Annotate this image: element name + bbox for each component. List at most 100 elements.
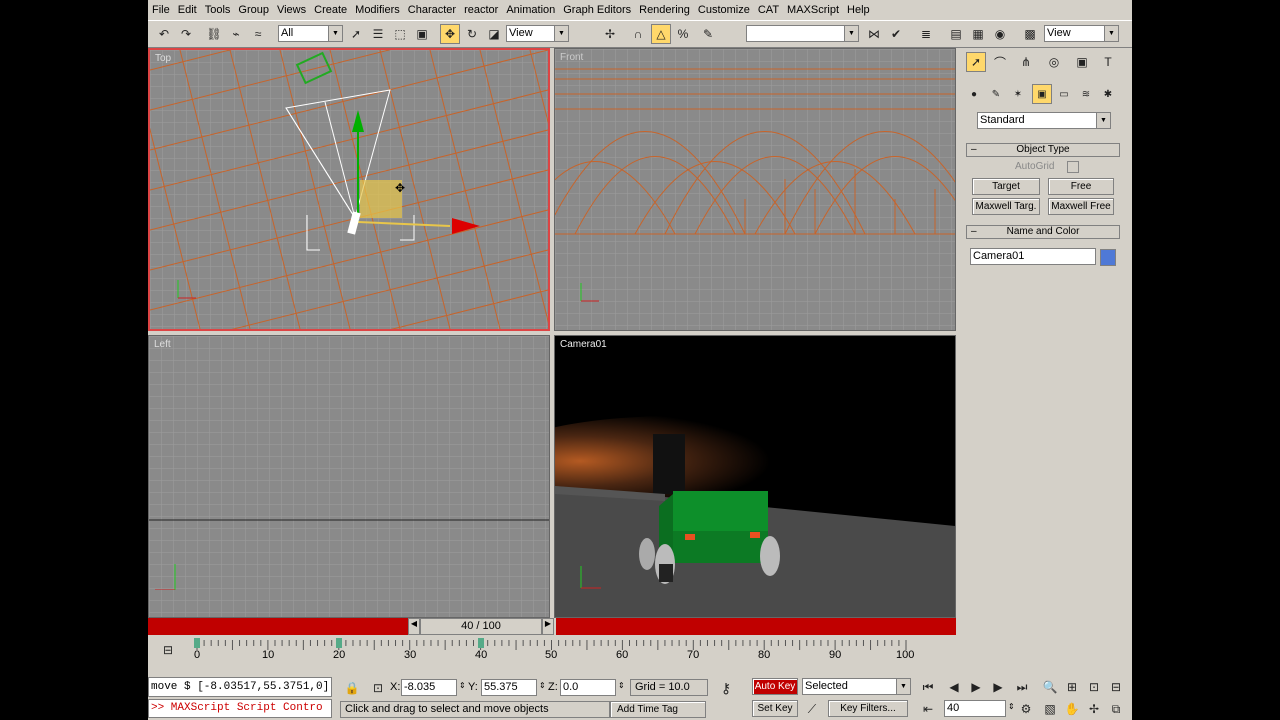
time-slider-thumb[interactable]: 40 / 100 bbox=[420, 618, 542, 635]
object-color-swatch[interactable] bbox=[1100, 249, 1116, 266]
menu-edit[interactable]: Edit bbox=[174, 4, 201, 16]
menu-animation[interactable]: Animation bbox=[502, 4, 559, 16]
spinner-icon[interactable]: ⇕ bbox=[618, 681, 625, 690]
key-icon[interactable]: ⚷ bbox=[716, 678, 736, 698]
select-by-name-icon[interactable]: ☰ bbox=[368, 24, 388, 44]
track-bar[interactable]: ⊟ 0 10 20 30 40 50 60 70 80 90 100 bbox=[148, 636, 956, 666]
target-camera-button[interactable]: Target bbox=[972, 178, 1040, 195]
menu-maxscript[interactable]: MAXScript bbox=[783, 4, 843, 16]
object-type-rollout[interactable]: – Object Type bbox=[966, 143, 1120, 157]
time-configuration-icon[interactable]: ⚙ bbox=[1016, 699, 1036, 719]
menu-graph-editors[interactable]: Graph Editors bbox=[559, 4, 635, 16]
display-tab-icon[interactable]: ▣ bbox=[1072, 52, 1092, 72]
menu-file[interactable]: File bbox=[148, 4, 174, 16]
create-tab-icon[interactable]: ➚ bbox=[966, 52, 986, 72]
viewport-camera[interactable]: Camera01 bbox=[554, 335, 956, 618]
menu-modifiers[interactable]: Modifiers bbox=[351, 4, 404, 16]
hierarchy-tab-icon[interactable]: ⋔ bbox=[1016, 52, 1036, 72]
menu-help[interactable]: Help bbox=[843, 4, 874, 16]
pan-icon[interactable]: ✋ bbox=[1062, 699, 1082, 719]
chevron-down-icon[interactable]: ▼ bbox=[328, 25, 343, 42]
select-rotate-icon[interactable]: ↻ bbox=[462, 24, 482, 44]
go-to-end-icon[interactable]: ⏭ bbox=[1012, 677, 1032, 697]
helpers-icon[interactable]: ▭ bbox=[1054, 84, 1074, 104]
named-selection-sets[interactable] bbox=[746, 25, 846, 42]
chevron-down-icon[interactable]: ▼ bbox=[1096, 112, 1111, 129]
chevron-down-icon[interactable]: ▼ bbox=[844, 25, 859, 42]
zoom-icon[interactable]: 🔍 bbox=[1040, 677, 1060, 697]
collapse-icon[interactable]: – bbox=[971, 144, 977, 156]
key-filters-button[interactable]: Key Filters... bbox=[828, 700, 908, 717]
set-key-button[interactable]: Set Key bbox=[752, 700, 798, 717]
menu-rendering[interactable]: Rendering bbox=[635, 4, 694, 16]
default-in-out-tangent-icon[interactable]: ⟋ bbox=[802, 699, 822, 719]
open-mini-curve-editor-icon[interactable]: ⊟ bbox=[158, 640, 178, 660]
snaps-toggle-icon[interactable]: ∩ bbox=[628, 24, 648, 44]
name-color-rollout[interactable]: – Name and Color bbox=[966, 225, 1120, 239]
next-frame-icon[interactable]: ▶ bbox=[988, 677, 1008, 697]
spacewarps-icon[interactable]: ≋ bbox=[1076, 84, 1096, 104]
spinner-icon[interactable]: ⇕ bbox=[459, 681, 466, 690]
viewport-label-camera[interactable]: Camera01 bbox=[560, 339, 607, 350]
lock-selection-icon[interactable]: 🔒 bbox=[342, 678, 362, 698]
motion-tab-icon[interactable]: ◎ bbox=[1044, 52, 1064, 72]
menu-create[interactable]: Create bbox=[310, 4, 351, 16]
maxscript-listener-input[interactable]: >> MAXScript Script Contro bbox=[148, 699, 332, 718]
chevron-down-icon[interactable]: ▼ bbox=[554, 25, 569, 42]
viewport-left[interactable]: Left bbox=[148, 335, 550, 618]
render-view-dropdown[interactable]: View bbox=[1044, 25, 1104, 42]
select-link-icon[interactable]: ⛓ bbox=[204, 24, 224, 44]
undo-icon[interactable]: ↶ bbox=[154, 24, 174, 44]
y-coordinate-field[interactable]: 55.375 bbox=[481, 679, 537, 696]
render-setup-icon[interactable]: ▩ bbox=[1020, 24, 1040, 44]
manipulate-icon[interactable]: ✢ bbox=[600, 24, 620, 44]
viewport-label-top[interactable]: Top bbox=[155, 53, 171, 64]
chevron-down-icon[interactable]: ▼ bbox=[896, 678, 911, 695]
spinner-icon[interactable]: ⇕ bbox=[539, 681, 546, 690]
field-of-view-icon[interactable]: ▧ bbox=[1040, 699, 1060, 719]
zoom-all-icon[interactable]: ⊞ bbox=[1062, 677, 1082, 697]
chevron-down-icon[interactable]: ▼ bbox=[1104, 25, 1119, 42]
select-object-icon[interactable]: ➚ bbox=[346, 24, 366, 44]
menu-views[interactable]: Views bbox=[273, 4, 310, 16]
collapse-icon[interactable]: – bbox=[971, 226, 977, 238]
z-coordinate-field[interactable]: 0.0 bbox=[560, 679, 616, 696]
window-crossing-icon[interactable]: ▣ bbox=[412, 24, 432, 44]
key-mode-toggle-icon[interactable]: ⇤ bbox=[918, 699, 938, 719]
menu-customize[interactable]: Customize bbox=[694, 4, 754, 16]
maxwell-target-button[interactable]: Maxwell Targ. bbox=[972, 198, 1040, 215]
menu-tools[interactable]: Tools bbox=[201, 4, 235, 16]
edit-named-selection-icon[interactable]: ✎ bbox=[698, 24, 718, 44]
previous-frame-icon[interactable]: ◀ bbox=[944, 677, 964, 697]
schematic-view-icon[interactable]: ▦ bbox=[968, 24, 988, 44]
key-mode-dropdown[interactable]: Selected bbox=[802, 678, 898, 695]
menu-group[interactable]: Group bbox=[234, 4, 273, 16]
object-category-dropdown[interactable]: Standard bbox=[977, 112, 1097, 129]
zoom-extents-all-icon[interactable]: ⊟ bbox=[1106, 677, 1126, 697]
reference-coord-dropdown[interactable]: View bbox=[506, 25, 556, 42]
x-coordinate-field[interactable]: -8.035 bbox=[401, 679, 457, 696]
rect-selection-icon[interactable]: ⬚ bbox=[390, 24, 410, 44]
zoom-extents-icon[interactable]: ⊡ bbox=[1084, 677, 1104, 697]
bind-spacewarp-icon[interactable]: ≈ bbox=[248, 24, 268, 44]
select-scale-icon[interactable]: ◪ bbox=[484, 24, 504, 44]
select-move-icon[interactable]: ✥ bbox=[440, 24, 460, 44]
add-time-tag-button[interactable]: Add Time Tag bbox=[610, 701, 706, 718]
viewport-top[interactable]: ✥ Top bbox=[148, 48, 550, 331]
redo-icon[interactable]: ↷ bbox=[176, 24, 196, 44]
current-frame-field[interactable]: 40 bbox=[944, 700, 1006, 717]
autogrid-checkbox[interactable] bbox=[1067, 161, 1079, 173]
go-to-start-icon[interactable]: ⏮ bbox=[918, 677, 938, 697]
free-camera-button[interactable]: Free bbox=[1048, 178, 1114, 195]
viewport-label-front[interactable]: Front bbox=[560, 52, 583, 63]
shapes-icon[interactable]: ✎ bbox=[986, 84, 1006, 104]
angle-snap-icon[interactable]: △ bbox=[651, 24, 671, 44]
selection-filter-dropdown[interactable]: All bbox=[278, 25, 330, 42]
auto-key-button[interactable]: Auto Key bbox=[752, 678, 798, 695]
play-icon[interactable]: ▶ bbox=[966, 677, 986, 697]
lights-icon[interactable]: ✶ bbox=[1008, 84, 1028, 104]
object-name-field[interactable]: Camera01 bbox=[970, 248, 1096, 265]
maxwell-free-button[interactable]: Maxwell Free bbox=[1048, 198, 1114, 215]
menu-cat[interactable]: CAT bbox=[754, 4, 783, 16]
percent-snap-icon[interactable]: % bbox=[673, 24, 693, 44]
